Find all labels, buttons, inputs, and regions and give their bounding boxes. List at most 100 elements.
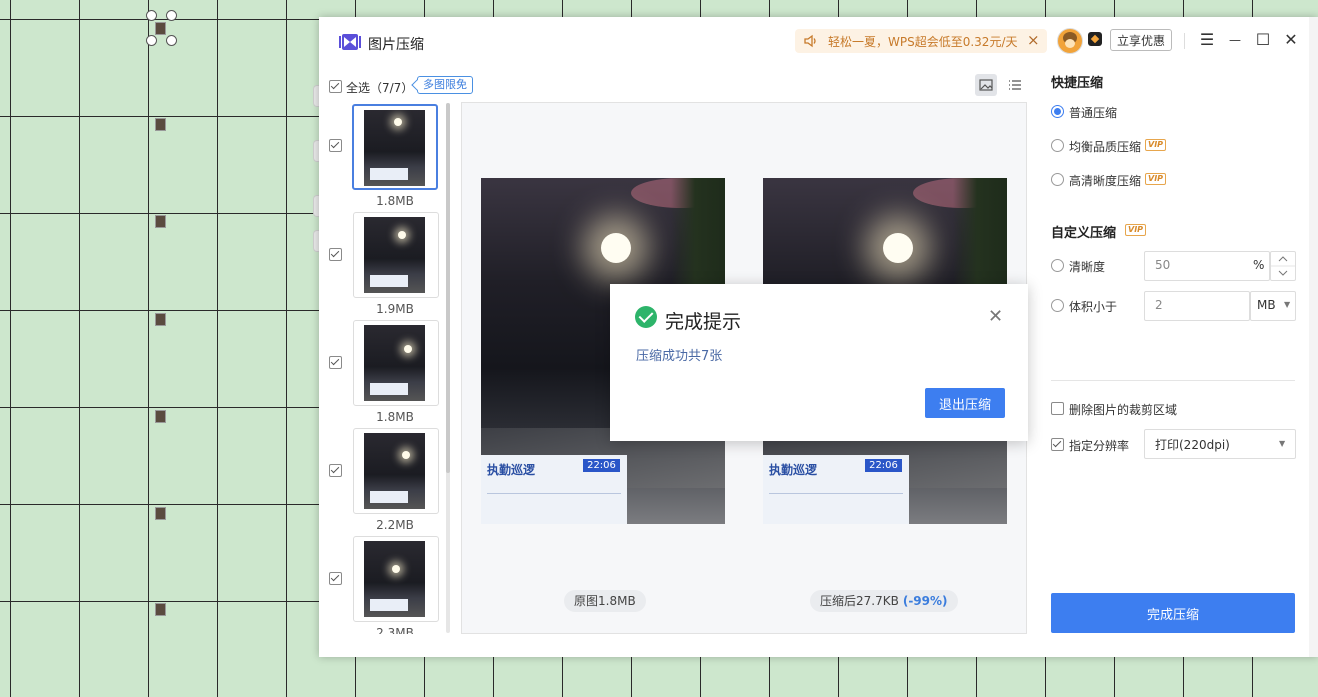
crop-label: 删除图片的裁剪区域: [1069, 403, 1178, 417]
item-checkbox[interactable]: [329, 464, 342, 477]
option-label: 均衡品质压缩: [1069, 140, 1142, 154]
panel-scroll-strip: [1309, 17, 1318, 657]
original-size-tag: 原图1.8MB: [564, 590, 646, 612]
promo-text: 轻松一夏，WPS超会低至0.32元/天: [828, 35, 1018, 49]
thumbnail-item[interactable]: [353, 320, 439, 406]
radio-normal-compress[interactable]: [1051, 105, 1064, 118]
cell-image[interactable]: [155, 215, 166, 228]
list-scrollbar[interactable]: [446, 103, 450, 633]
resize-handle[interactable]: [166, 10, 177, 21]
dialog-title: 图片压缩: [368, 37, 424, 53]
option-label: 高清晰度压缩: [1069, 174, 1142, 188]
dpi-select[interactable]: 打印(220dpi) ▼: [1144, 429, 1296, 459]
size-limit-input[interactable]: 2: [1144, 291, 1250, 321]
dpi-label: 指定分辨率: [1069, 439, 1130, 453]
resize-handle[interactable]: [146, 35, 157, 46]
member-badge-icon: [1088, 32, 1102, 46]
radio-clarity[interactable]: [1051, 259, 1064, 272]
item-checkbox[interactable]: [329, 248, 342, 261]
modal-title: 完成提示: [665, 311, 742, 333]
radio-balanced-compress[interactable]: [1051, 139, 1064, 152]
thumbnail-size: 1.8MB: [376, 194, 414, 208]
close-icon[interactable]: ✕: [1282, 31, 1300, 49]
list-view-icon: [1009, 80, 1021, 90]
promo-banner[interactable]: 轻松一夏，WPS超会低至0.32元/天 ×: [795, 29, 1047, 53]
offer-button[interactable]: 立享优惠: [1110, 29, 1172, 51]
success-check-icon: [635, 306, 657, 328]
crop-checkbox[interactable]: [1051, 402, 1064, 415]
thumbnail-image: [364, 110, 425, 186]
completion-modal: 完成提示 ✕ 压缩成功共7张 退出压缩: [610, 284, 1028, 441]
compressed-size-tag: 压缩后27.7KB (-99%): [810, 590, 958, 612]
watermark-card: 执勤巡逻 22:06: [763, 455, 909, 524]
modal-message: 压缩成功共7张: [636, 349, 723, 364]
cell-image[interactable]: [155, 118, 166, 131]
vip-badge: VIP: [1145, 139, 1167, 151]
clarity-label: 清晰度: [1069, 260, 1106, 274]
stepper-arrows-icon: [1271, 256, 1295, 276]
thumbnail-item[interactable]: [352, 104, 438, 190]
finish-compress-button[interactable]: 完成压缩: [1051, 593, 1295, 633]
modal-close-icon[interactable]: ✕: [988, 306, 1003, 327]
watermark-title: 执勤巡逻: [769, 463, 818, 477]
thumbnail-image: [364, 217, 425, 293]
vip-badge: VIP: [1125, 224, 1147, 236]
grid-view-button[interactable]: [975, 74, 997, 96]
user-avatar[interactable]: [1057, 28, 1083, 54]
vip-badge: VIP: [1145, 173, 1167, 185]
resize-handle[interactable]: [146, 10, 157, 21]
radio-hd-compress[interactable]: [1051, 173, 1064, 186]
thumbnail-size: 2.2MB: [376, 518, 414, 532]
item-checkbox[interactable]: [329, 139, 342, 152]
minimize-icon[interactable]: —: [1226, 31, 1244, 49]
item-checkbox[interactable]: [329, 356, 342, 369]
thumbnail-item[interactable]: [353, 536, 439, 622]
size-limit-label: 体积小于: [1069, 300, 1118, 314]
clarity-unit: %: [1253, 258, 1265, 272]
size-limit-value: 2: [1155, 298, 1163, 312]
promo-close-icon[interactable]: ×: [1027, 31, 1040, 49]
dpi-value: 打印(220dpi): [1155, 438, 1230, 452]
cell-image[interactable]: [155, 507, 166, 520]
size-unit: MB: [1257, 298, 1276, 312]
image-compress-logo-icon: [339, 34, 361, 50]
thumbnail-size: 2.3MB: [376, 626, 414, 634]
select-all-label: 全选（7/7）: [346, 81, 414, 95]
custom-compress-title: 自定义压缩: [1051, 226, 1117, 241]
compressed-size-text: 压缩后27.7KB: [820, 594, 899, 608]
thumbnail-image: [364, 325, 425, 401]
clarity-value: 50: [1155, 258, 1171, 272]
compression-ratio: (-99%): [902, 594, 948, 608]
watermark-time: 22:06: [865, 459, 902, 472]
watermark-card: 执勤巡逻 22:06: [481, 455, 627, 524]
speaker-icon: [804, 34, 816, 48]
thumbnail-item[interactable]: [353, 212, 439, 298]
maximize-icon[interactable]: ☐: [1254, 31, 1272, 49]
thumbnail-size: 1.8MB: [376, 410, 414, 424]
menu-icon[interactable]: ☰: [1198, 31, 1216, 49]
title-divider: [1184, 33, 1185, 49]
chevron-down-icon: ▼: [1279, 439, 1286, 448]
list-view-button[interactable]: [1004, 74, 1026, 96]
thumbnail-size: 1.9MB: [376, 302, 414, 316]
resize-handle[interactable]: [166, 35, 177, 46]
cell-image[interactable]: [155, 410, 166, 423]
radio-size-limit[interactable]: [1051, 299, 1064, 312]
cell-image[interactable]: [155, 22, 166, 35]
dpi-checkbox[interactable]: [1051, 438, 1064, 451]
exit-compress-button[interactable]: 退出压缩: [925, 388, 1005, 418]
item-checkbox[interactable]: [329, 572, 342, 585]
watermark-title: 执勤巡逻: [487, 463, 536, 477]
quick-compress-title: 快捷压缩: [1051, 76, 1104, 91]
clarity-stepper[interactable]: [1270, 251, 1296, 281]
multi-image-free-tag: 多图限免: [417, 76, 473, 94]
title-bar: 图片压缩 轻松一夏，WPS超会低至0.32元/天 × 立享优惠 ☰ — ☐ ✕: [319, 17, 1318, 67]
size-unit-select[interactable]: MB ▼: [1250, 291, 1296, 321]
thumbnail-image: [364, 541, 425, 617]
select-all-checkbox[interactable]: [329, 80, 342, 93]
panel-divider: [1051, 380, 1295, 381]
thumbnail-item[interactable]: [353, 428, 439, 514]
cell-image[interactable]: [155, 603, 166, 616]
clarity-input[interactable]: 50 %: [1144, 251, 1270, 281]
cell-image[interactable]: [155, 313, 166, 326]
